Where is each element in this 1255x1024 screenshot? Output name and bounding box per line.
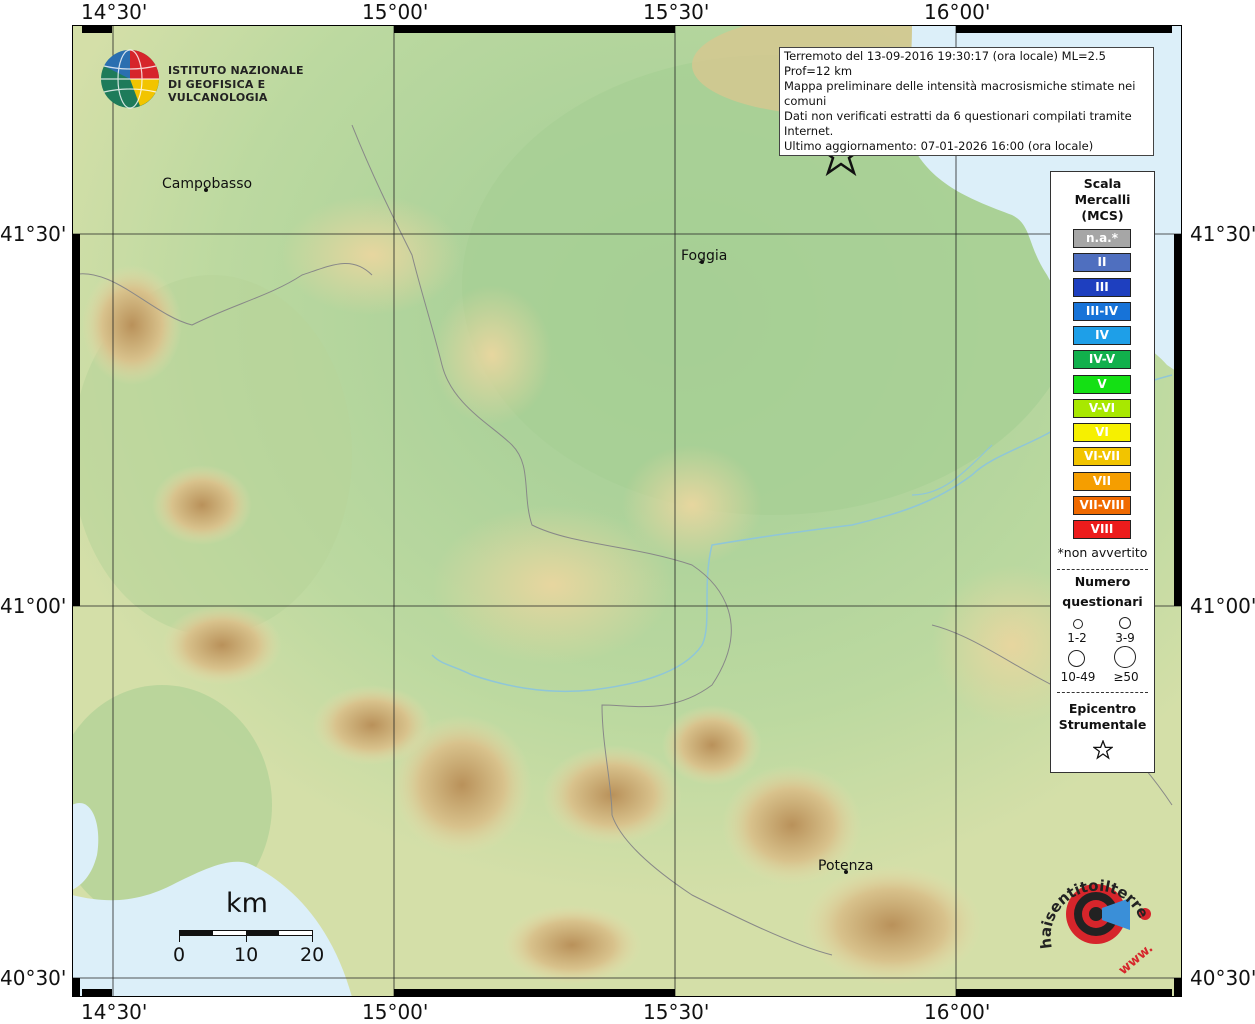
scale-label-10: 10 — [234, 944, 259, 966]
legend-divider-1 — [1057, 569, 1148, 570]
star-icon — [1093, 740, 1113, 760]
scale-tick-left — [179, 930, 180, 942]
count-title-1: Numero — [1074, 574, 1131, 589]
svg-text:haisentitoilterremoto.it: haisentitoilterremoto.it — [1030, 856, 1152, 950]
city-marker-potenza — [844, 870, 848, 874]
event-info-line2: Mappa preliminare delle intensità macros… — [784, 79, 1136, 108]
legend-swatch-6: IV-V — [1073, 350, 1131, 370]
count-label-3: 10-49 — [1060, 670, 1096, 684]
scale-label-0: 0 — [173, 944, 186, 966]
legend: Scala Mercalli (MCS) n.a.* II III III-IV IV I… — [1050, 171, 1155, 773]
right-tick-1: 41°30' — [1190, 222, 1255, 246]
ingv-logo-line1: ISTITUTO NAZIONALE — [168, 64, 304, 77]
bottom-tick-4: 16°00' — [924, 1000, 991, 1024]
top-tick-1: 14°30' — [81, 0, 148, 24]
city-marker-foggia — [700, 260, 704, 264]
legend-title-2: Mercalli — [1074, 192, 1131, 207]
bottom-tick-1: 14°30' — [81, 1000, 148, 1024]
legend-title-3: (MCS) — [1081, 208, 1124, 223]
legend-swatch-9: VI — [1073, 423, 1131, 442]
legend-swatch-12: VII-VIII — [1073, 495, 1131, 515]
relief-map[interactable] — [72, 25, 1182, 997]
city-label-foggia: Foggia — [681, 248, 728, 264]
count-label-4: ≥50 — [1113, 670, 1139, 684]
epicenter-title-2: Strumentale — [1058, 717, 1147, 732]
top-tick-3: 15°30' — [643, 0, 710, 24]
legend-swatch-8: V-VI — [1073, 398, 1131, 418]
legend-divider-2 — [1057, 692, 1148, 693]
top-tick-4: 16°00' — [924, 0, 991, 24]
legend-swatch-2: II — [1073, 253, 1131, 273]
bottom-tick-3: 15°30' — [643, 1000, 710, 1024]
legend-swatch-3: III — [1073, 277, 1131, 297]
left-tick-2: 41°00' — [0, 594, 67, 618]
not-felt-note: *non avvertito — [1057, 545, 1148, 560]
count-title-2: questionari — [1062, 594, 1143, 609]
event-info-line4: Ultimo aggiornamento: 07-01-2026 16:00 (… — [784, 139, 1094, 153]
scale-bar: km 0 10 20 — [170, 886, 330, 966]
legend-swatch-13: VIII — [1073, 520, 1131, 539]
scale-label-20: 20 — [300, 944, 325, 966]
left-tick-1: 41°30' — [0, 222, 67, 246]
legend-title-1: Scala — [1083, 176, 1122, 191]
hsit-logo[interactable]: haisentitoilterremoto.it www. — [1030, 856, 1160, 978]
ingv-logo: ISTITUTO NAZIONALE DI GEOFISICA E VULCAN… — [100, 48, 320, 110]
count-symbol-medium — [1119, 617, 1131, 629]
left-tick-3: 40°30' — [0, 966, 67, 990]
event-info-line3: Dati non verificati estratti da 6 questi… — [784, 109, 1132, 138]
epicenter-title-1: Epicentro — [1068, 701, 1137, 716]
right-tick-2: 41°00' — [1190, 594, 1255, 618]
legend-swatch-5: IV — [1073, 326, 1131, 345]
right-tick-3: 40°30' — [1190, 966, 1255, 990]
city-marker-campobasso — [204, 188, 208, 192]
ingv-logo-line2: DI GEOFISICA E VULCANOLOGIA — [168, 78, 268, 104]
scale-tick-right — [312, 930, 313, 942]
count-label-1: 1-2 — [1067, 631, 1087, 645]
legend-swatch-1: n.a.* — [1073, 229, 1131, 248]
legend-swatch-10: VI-VII — [1073, 447, 1131, 467]
count-label-2: 3-9 — [1115, 631, 1135, 645]
count-symbol-small — [1073, 619, 1083, 629]
hsit-logo-text: haisentitoilterremoto.it — [1030, 856, 1152, 950]
globe-icon — [101, 49, 159, 109]
legend-swatch-11: VII — [1073, 471, 1131, 491]
scale-unit: km — [226, 888, 268, 919]
top-tick-2: 15°00' — [362, 0, 429, 24]
legend-swatch-7: V — [1073, 374, 1131, 394]
count-symbol-xlarge — [1114, 646, 1136, 668]
map[interactable] — [72, 25, 1182, 997]
scale-tick-mid — [246, 930, 247, 942]
legend-swatch-4: III-IV — [1073, 301, 1131, 321]
count-symbol-large — [1068, 650, 1085, 667]
bottom-tick-2: 15°00' — [362, 1000, 429, 1024]
event-info-line1: Terremoto del 13-09-2016 19:30:17 (ora l… — [784, 49, 1106, 78]
event-info-box: Terremoto del 13-09-2016 19:30:17 (ora l… — [779, 47, 1154, 156]
